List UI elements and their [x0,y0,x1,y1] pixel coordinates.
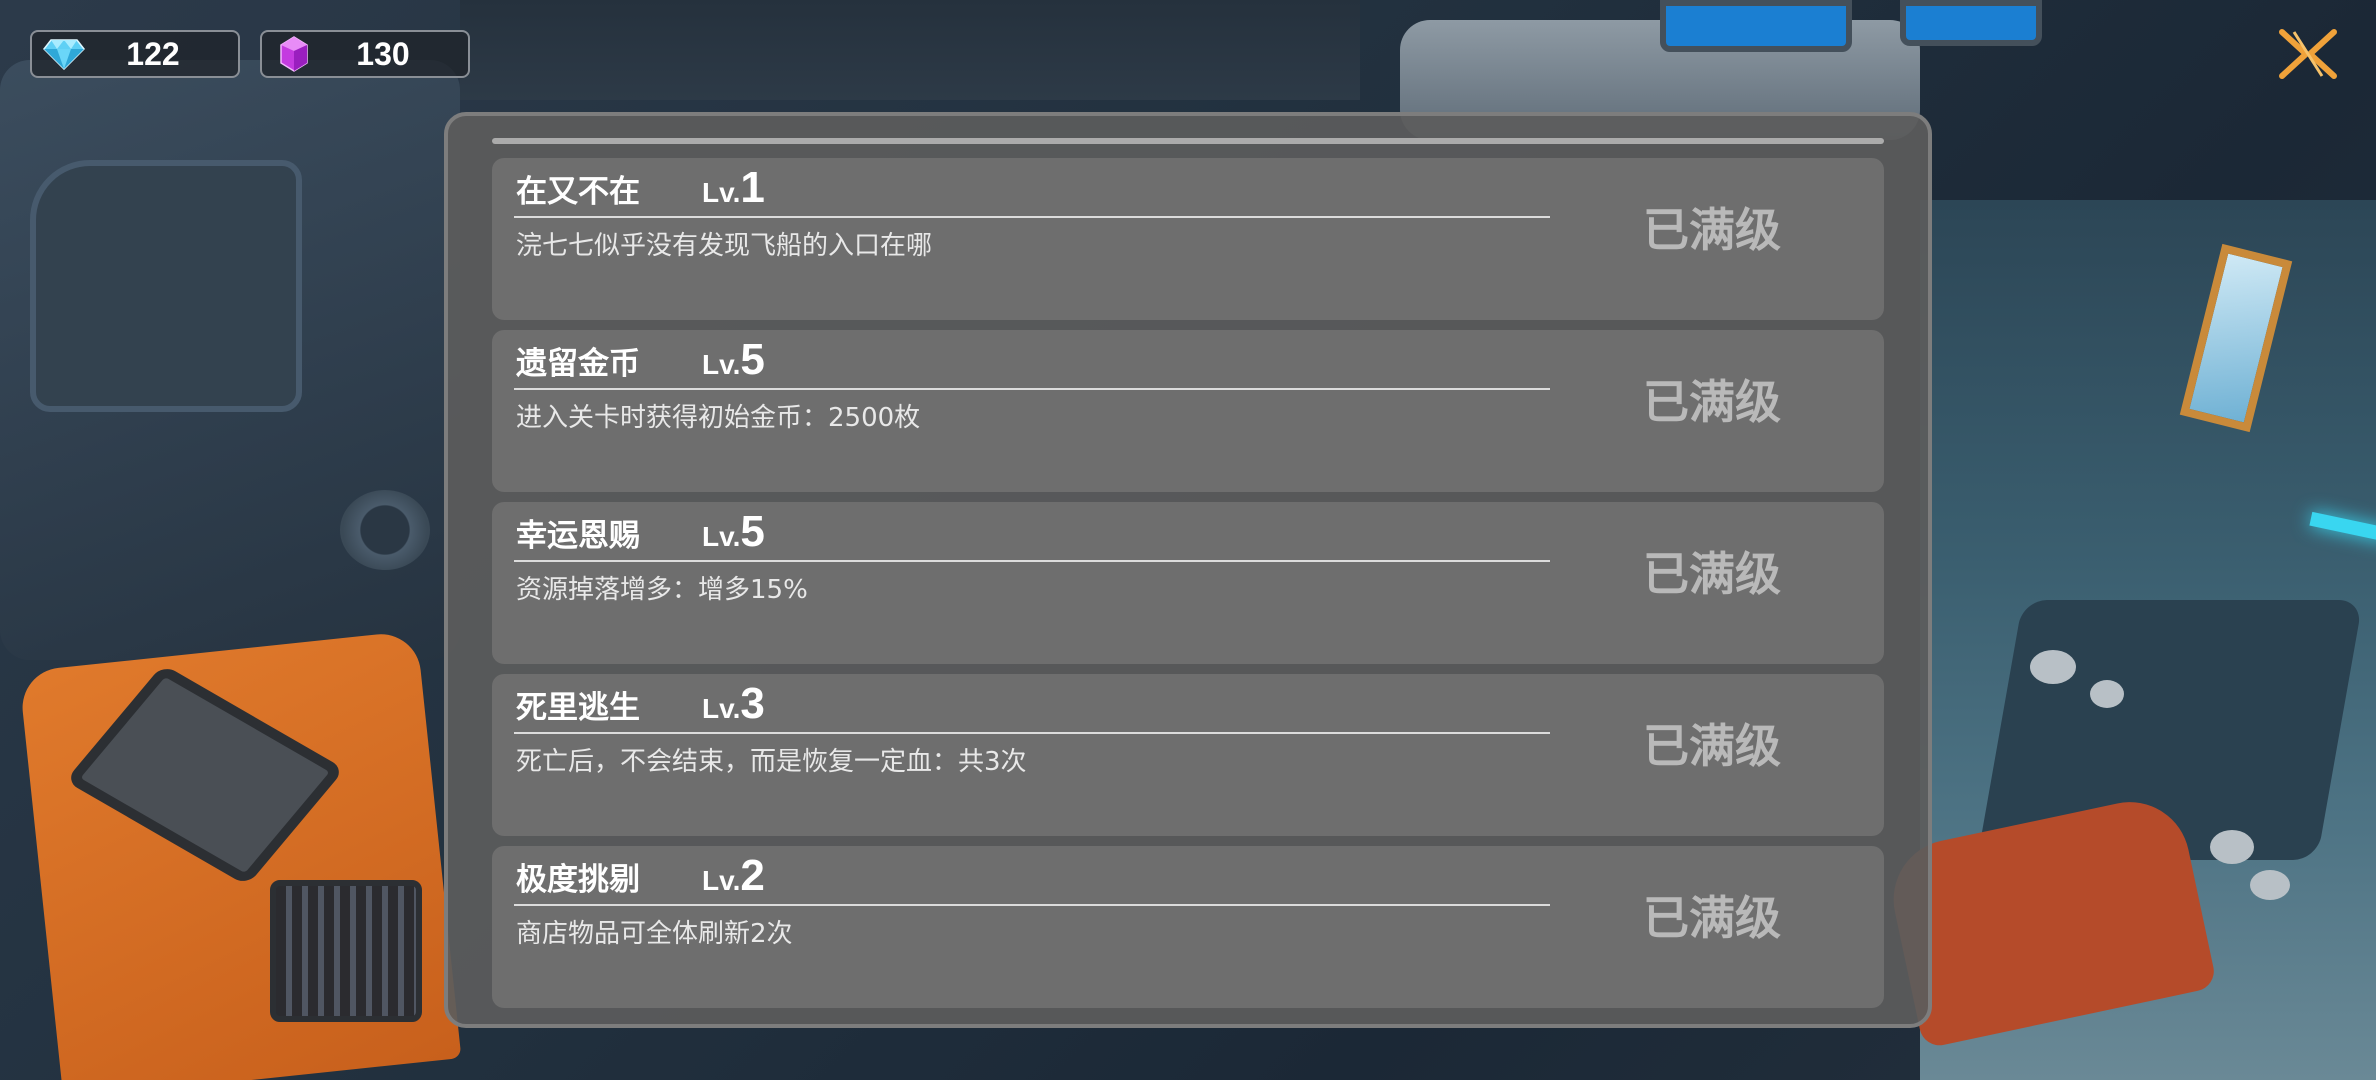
skill-row: 遗留金币 Lv.5 进入关卡时获得初始金币：2500枚 已满级 [492,330,1884,492]
skill-description: 浣七七似乎没有发现飞船的入口在哪 [516,231,933,261]
gem-counter: 122 [30,30,240,78]
level-prefix: Lv. [702,521,741,552]
skill-description: 商店物品可全体刷新2次 [516,919,793,949]
close-button[interactable] [2270,26,2346,86]
max-level-label: 已满级 [1643,547,1781,601]
background-rock [2090,680,2124,708]
background-rock [2250,870,2290,900]
skill-description: 进入关卡时获得初始金币：2500枚 [516,403,921,433]
level-number: 2 [740,851,765,900]
level-prefix: Lv. [702,865,741,896]
skill-level: Lv.5 [702,334,765,396]
panel-top-divider [492,138,1884,144]
background-monitor [1900,0,2042,46]
background-rock [2210,830,2254,864]
background-rock [2030,650,2076,684]
level-prefix: Lv. [702,349,741,380]
skill-description: 死亡后，不会结束，而是恢复一定血：共3次 [516,747,1027,777]
skill-name: 极度挑剔 [516,862,640,898]
skill-level: Lv.1 [702,162,765,224]
level-number: 3 [740,679,765,728]
skill-divider [514,388,1550,390]
background-porthole [340,490,430,570]
level-number: 1 [740,163,765,212]
skill-level: Lv.2 [702,850,765,912]
max-level-label: 已满级 [1643,719,1781,773]
background-robot-grill [270,880,422,1022]
skill-name: 幸运恩赐 [516,518,640,554]
level-number: 5 [740,335,765,384]
skill-name: 死里逃生 [516,690,640,726]
skill-description: 资源掉落增多：增多15% [516,575,808,605]
skill-name: 遗留金币 [516,346,640,382]
max-level-label: 已满级 [1643,203,1781,257]
skill-divider [514,216,1550,218]
skill-name: 在又不在 [516,174,640,210]
skill-divider [514,560,1550,562]
skill-divider [514,904,1550,906]
background-monitor [1660,0,1852,52]
crystal-count: 130 [356,35,410,72]
skill-level: Lv.3 [702,678,765,740]
level-number: 5 [740,507,765,556]
close-x-icon [2276,28,2340,84]
level-prefix: Lv. [702,177,741,208]
skill-row: 极度挑剔 Lv.2 商店物品可全体刷新2次 已满级 [492,846,1884,1008]
skills-panel: 在又不在 Lv.1 浣七七似乎没有发现飞船的入口在哪 已满级 遗留金币 Lv.5… [444,112,1932,1028]
background-ceiling [460,0,1360,100]
max-level-label: 已满级 [1643,891,1781,945]
max-level-label: 已满级 [1643,375,1781,429]
background-wall-panel [30,160,302,412]
crystal-counter: 130 [260,30,470,78]
gem-count: 122 [126,35,180,72]
level-prefix: Lv. [702,693,741,724]
purple-crystal-icon [270,32,318,76]
skill-divider [514,732,1550,734]
skill-row: 幸运恩赐 Lv.5 资源掉落增多：增多15% 已满级 [492,502,1884,664]
game-scene: 122 130 在又不在 Lv.1 浣七七似乎没有发现飞船的入口在哪 已满级 遗… [0,0,2376,1080]
skill-row: 死里逃生 Lv.3 死亡后，不会结束，而是恢复一定血：共3次 已满级 [492,674,1884,836]
skill-level: Lv.5 [702,506,765,568]
diamond-icon [40,32,88,76]
skill-row: 在又不在 Lv.1 浣七七似乎没有发现飞船的入口在哪 已满级 [492,158,1884,320]
